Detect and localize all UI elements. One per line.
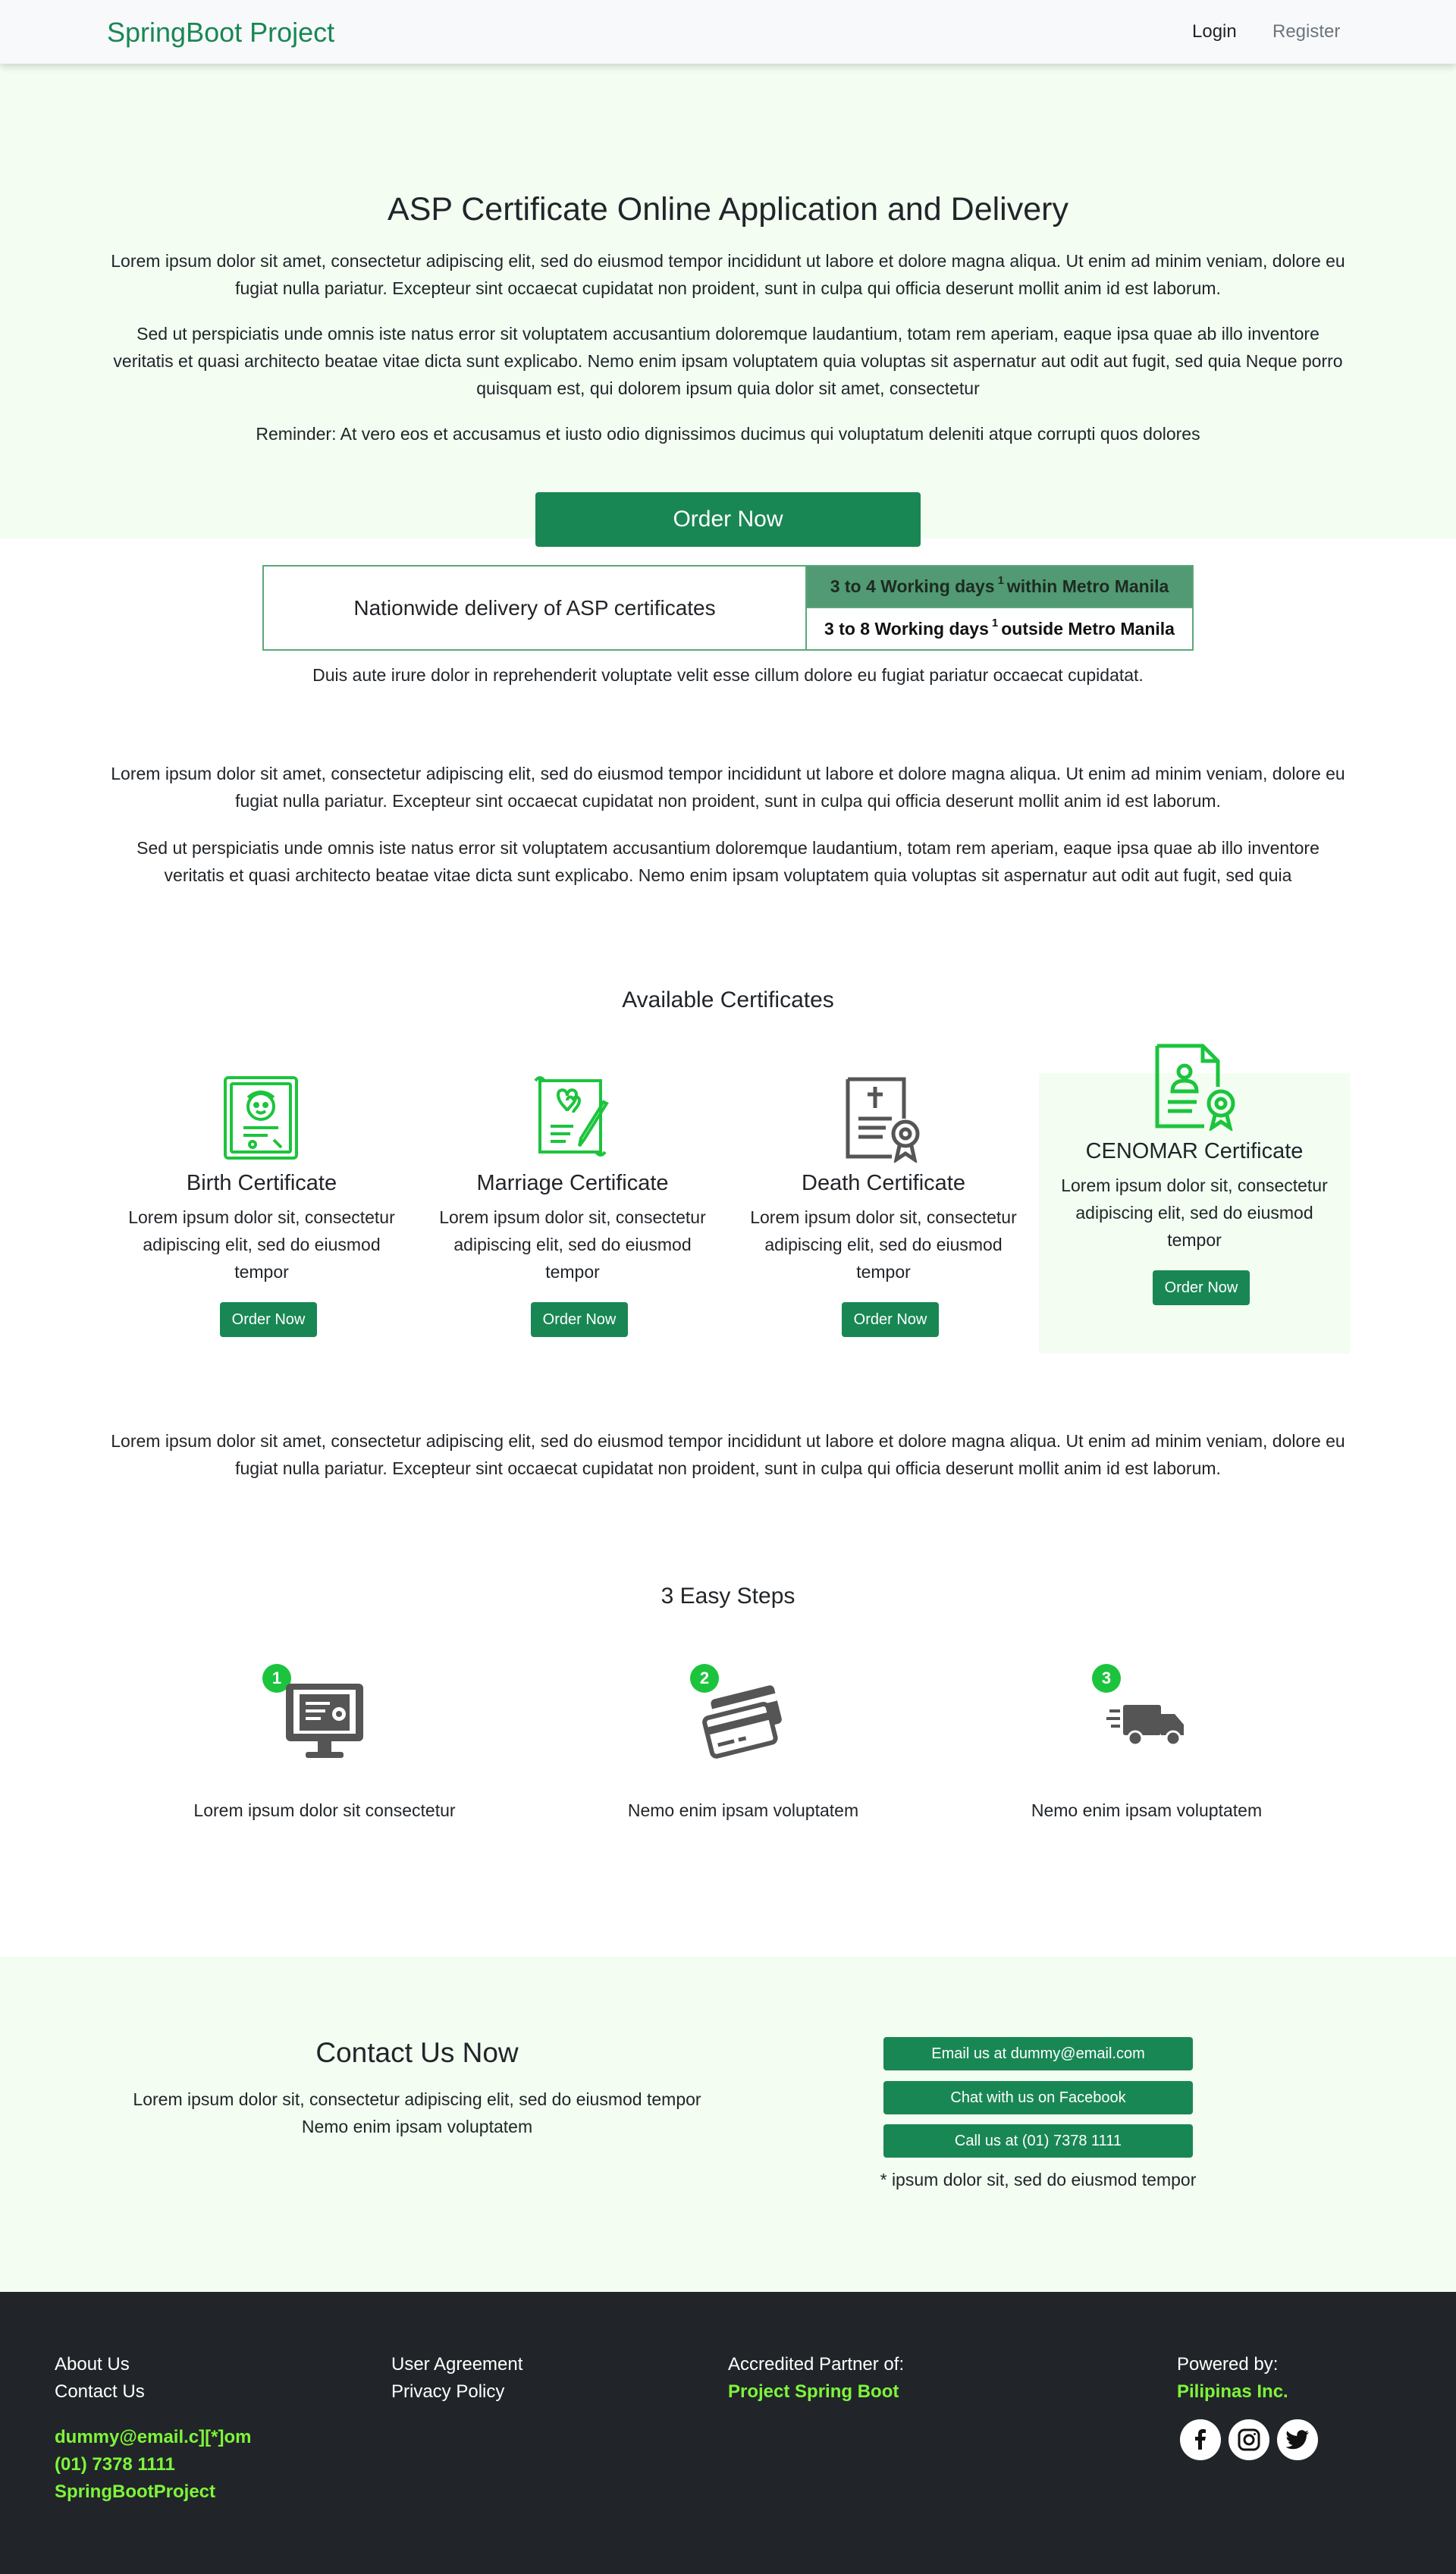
powered-by-label: Powered by: <box>1177 2354 1279 2375</box>
delivery-metro-row: 3 to 4 Working days 1 within Metro Manil… <box>807 567 1192 608</box>
delivery-info-box: Nationwide delivery of ASP certificates … <box>262 565 1194 651</box>
social-links <box>1180 2419 1318 2460</box>
facebook-chat-button[interactable]: Chat with us on Facebook <box>883 2081 1193 2114</box>
certificate-description: Lorem ipsum dolor sit, consectetur adipi… <box>128 1207 395 1282</box>
marriage-certificate-icon <box>534 1076 609 1157</box>
hero-reminder: Reminder: At vero eos et accusamus et iu… <box>256 424 1200 444</box>
register-link[interactable]: Register <box>1272 21 1340 42</box>
hero-paragraph-2: Sed ut perspiciatis unde omnis iste natu… <box>113 324 1343 398</box>
footer-column-1: About Us Contact Us dummy@email.c][*]om … <box>55 2351 251 2506</box>
info-paragraph-2: Sed ut perspiciatis unde omnis iste natu… <box>136 838 1320 885</box>
delivery-outside-row: 3 to 8 Working days 1 outside Metro Mani… <box>807 608 1192 649</box>
facebook-link[interactable] <box>1180 2419 1221 2460</box>
order-now-button[interactable]: Order Now <box>842 1302 939 1337</box>
certificate-name: CENOMAR Certificate <box>1085 1139 1304 1163</box>
privacy-policy-link[interactable]: Privacy Policy <box>391 2378 522 2406</box>
delivery-outside-days: 3 to 8 Working days <box>824 618 989 639</box>
footer-email: dummy@email.c][*]om <box>55 2427 252 2447</box>
footer-column-4: Powered by: Pilipinas Inc. <box>1177 2351 1288 2406</box>
certificate-description: Lorem ipsum dolor sit, consectetur adipi… <box>439 1207 706 1282</box>
partner-label: Accredited Partner of: <box>728 2354 905 2375</box>
birth-certificate-icon <box>224 1076 298 1160</box>
login-link[interactable]: Login <box>1192 21 1237 42</box>
step-text: Lorem ipsum dolor sit consectetur <box>193 1800 456 1820</box>
footer: About Us Contact Us dummy@email.c][*]om … <box>0 2292 1456 2574</box>
certificate-card-marriage: Marriage Certificate Lorem ipsum dolor s… <box>417 1073 728 1354</box>
certificate-description: Lorem ipsum dolor sit, consectetur adipi… <box>750 1207 1017 1282</box>
call-button[interactable]: Call us at (01) 7378 1111 <box>883 2124 1193 2158</box>
about-us-link[interactable]: About Us <box>55 2351 251 2378</box>
page-title: ASP Certificate Online Application and D… <box>388 191 1068 228</box>
delivery-metro-days: 3 to 4 Working days <box>830 576 995 596</box>
hero-section: ASP Certificate Online Application and D… <box>0 64 1456 547</box>
certificate-name: Marriage Certificate <box>476 1171 669 1195</box>
info-paragraph-1: Lorem ipsum dolor sit amet, consectetur … <box>111 764 1345 811</box>
contact-title: Contact Us Now <box>315 2037 519 2068</box>
certificates-title: Available Certificates <box>622 987 834 1012</box>
death-certificate-icon <box>846 1077 920 1163</box>
delivery-note: Duis aute irure dolor in reprehenderit v… <box>312 665 1144 685</box>
steps-title: 3 Easy Steps <box>661 1584 795 1609</box>
brand-link[interactable]: SpringBoot Project <box>107 17 334 49</box>
certificate-description: Lorem ipsum dolor sit, consectetur adipi… <box>1061 1176 1328 1250</box>
certificate-card-death: Death Certificate Lorem ipsum dolor sit,… <box>728 1073 1039 1354</box>
order-now-button[interactable]: Order Now <box>1153 1270 1250 1305</box>
delivery-metro-area: within Metro Manila <box>1006 576 1169 596</box>
step-text: Nemo enim ipsam voluptatem <box>1031 1800 1263 1820</box>
footer-column-3: Accredited Partner of: Project Spring Bo… <box>728 2351 904 2406</box>
order-now-button[interactable]: Order Now <box>531 1302 628 1337</box>
footer-phone: (01) 7378 1111 <box>55 2454 175 2475</box>
hero-paragraph-1: Lorem ipsum dolor sit amet, consectetur … <box>111 251 1345 298</box>
certificate-name: Birth Certificate <box>186 1171 337 1195</box>
contact-description: Lorem ipsum dolor sit, consectetur adipi… <box>133 2089 701 2136</box>
twitter-icon <box>1285 2430 1309 2450</box>
certificate-name: Death Certificate <box>802 1171 965 1195</box>
cenomar-certificate-icon <box>1155 1044 1235 1131</box>
delivery-footnote-marker: 1 <box>997 574 1004 587</box>
certificate-card-birth: Birth Certificate Lorem ipsum dolor sit,… <box>106 1073 417 1354</box>
online-certificate-icon <box>286 1684 363 1758</box>
user-agreement-link[interactable]: User Agreement <box>391 2351 522 2378</box>
info-paragraph-3: Lorem ipsum dolor sit amet, consectetur … <box>111 1431 1345 1478</box>
facebook-icon <box>1195 2429 1206 2450</box>
instagram-link[interactable] <box>1228 2419 1269 2460</box>
order-now-button[interactable]: Order Now <box>220 1302 317 1337</box>
contact-us-link[interactable]: Contact Us <box>55 2378 251 2406</box>
instagram-icon <box>1238 2428 1260 2451</box>
contact-section: Contact Us Now Lorem ipsum dolor sit, co… <box>0 1957 1456 2292</box>
delivery-outside-area: outside Metro Manila <box>1001 618 1175 639</box>
credit-card-icon <box>702 1685 782 1759</box>
certificate-card-cenomar: CENOMAR Certificate Lorem ipsum dolor si… <box>1039 1044 1350 1354</box>
contact-note: * ipsum dolor sit, sed do eiusmod tempor <box>880 2170 1197 2189</box>
order-now-button[interactable]: Order Now <box>535 492 921 547</box>
delivery-label: Nationwide delivery of ASP certificates <box>264 567 807 649</box>
delivery-truck-icon <box>1106 1705 1184 1747</box>
partner-name: Project Spring Boot <box>728 2381 899 2402</box>
email-button[interactable]: Email us at dummy@email.com <box>883 2037 1193 2070</box>
footer-handle: SpringBootProject <box>55 2481 216 2502</box>
footer-column-2: User Agreement Privacy Policy <box>391 2351 522 2406</box>
powered-by-name: Pilipinas Inc. <box>1177 2381 1288 2402</box>
navbar: SpringBoot Project Login Register <box>0 0 1456 64</box>
twitter-link[interactable] <box>1277 2419 1318 2460</box>
delivery-footnote-marker: 1 <box>991 616 999 629</box>
step-text: Nemo enim ipsam voluptatem <box>627 1800 859 1820</box>
